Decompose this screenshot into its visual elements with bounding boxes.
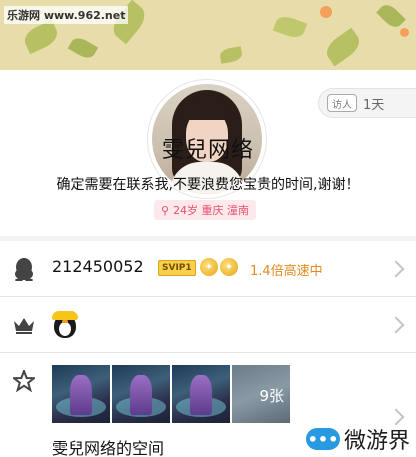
profile-tag-badge[interactable]: ⚲ 24岁 重庆 潼南 [154,200,257,220]
speed-status: 1.4倍高速中 [250,264,323,279]
profile-nickname: 雯兒网络 [161,138,254,163]
profile-signature: 确定需要在联系我,不要浪费您宝贵的时间,谢谢！ [56,177,360,193]
chevron-right-icon [387,316,405,334]
bottom-watermark: ••• 微游界 [305,423,410,455]
profile-tag-text: 24岁 重庆 潼南 [173,204,250,217]
crown-icon [12,313,36,337]
watermark-text: 微游界 [343,429,410,454]
photo-count: 9张 [259,387,284,405]
star-icon [12,369,36,393]
space-title: 雯兒网络的空间 [52,439,165,457]
visitor-count: 1天 [363,97,385,113]
cover-leaf [376,1,406,31]
space-photo[interactable] [112,365,170,423]
space-photo-strip[interactable]: 9张 [52,365,290,423]
cover-leaf [218,46,244,64]
penguin-icon [12,257,36,281]
cover-dot [320,6,332,18]
vip-row[interactable] [0,297,416,353]
cover-leaf [20,19,62,55]
cover-dot [400,28,409,37]
svip-badge: SVIP1 [158,260,196,276]
space-photo[interactable]: 9张 [232,365,290,423]
profile-card: 访人 1天 雯兒网络 确定需要在联系我,不要浪费您宝贵的时间,谢谢！ ⚲ 24岁… [0,70,416,236]
profile-cover: 乐游网 www.962.net [0,0,416,70]
qq-number-row[interactable]: 212450052 SVIP1 ✦ ✦ 1.4倍高速中 [0,241,416,297]
visitor-icon: 访人 [327,94,357,112]
vip-crown-badge: ✦ [220,258,238,276]
cover-leaf [272,13,308,41]
site-watermark: 乐游网 www.962.net [4,6,129,24]
vip-crown-badge: ✦ [200,258,218,276]
visitor-button[interactable]: 访人 1天 [318,88,416,118]
cover-leaf [67,34,99,62]
chevron-right-icon [387,260,405,278]
space-photo[interactable] [172,365,230,423]
search-icon: ⚲ [161,203,170,217]
watermark-logo-icon: ••• [305,428,340,450]
qq-number: 212450052 [52,257,144,276]
space-photo[interactable] [52,365,110,423]
cover-leaf [321,27,365,67]
penguin-pendant-icon [52,311,78,339]
